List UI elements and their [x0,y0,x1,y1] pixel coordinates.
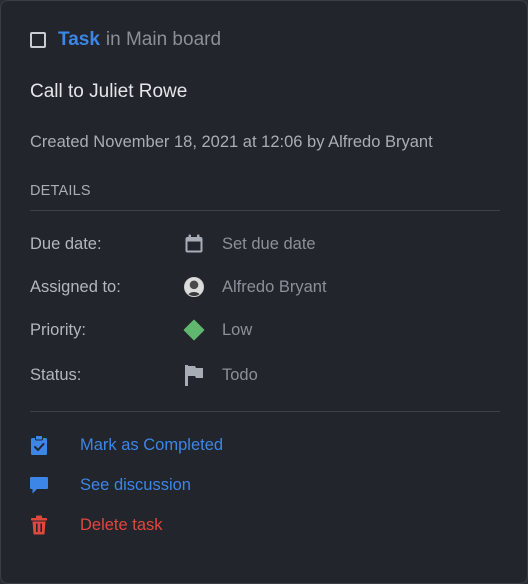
priority-label: Priority: [30,320,86,339]
flag-icon[interactable] [183,364,205,386]
diamond-icon[interactable] [183,319,205,341]
delete-task-button[interactable]: Delete task [29,513,163,537]
details-divider [30,210,500,211]
status-row: Status: Todo [30,362,500,388]
assigned-to-label: Assigned to: [30,277,121,296]
clipboard-check-icon [29,435,49,455]
task-header: Task in Main board [30,28,221,52]
task-type-link[interactable]: Task [58,29,100,51]
task-card: Task in Main board Call to Juliet Rowe C… [0,0,528,584]
delete-task-label: Delete task [80,515,163,534]
see-discussion-button[interactable]: See discussion [29,473,191,497]
board-label: in Main board [105,29,222,50]
created-info: Created November 18, 2021 at 12:06 by Al… [30,133,433,151]
mark-completed-label: Mark as Completed [80,435,224,454]
mark-completed-button[interactable]: Mark as Completed [29,433,223,457]
task-title: Call to Juliet Rowe [30,81,188,102]
due-date-label: Due date: [30,234,102,253]
assignee-name[interactable]: Alfredo Bryant [222,278,327,297]
actions-divider [30,411,500,412]
avatar-wrapper [183,276,205,298]
complete-checkbox[interactable] [30,32,46,48]
calendar-icon[interactable] [183,233,205,255]
priority-row: Priority: Low [30,317,500,343]
avatar[interactable] [184,277,204,297]
status-value[interactable]: Todo [222,366,258,385]
assigned-to-row: Assigned to: Alfredo Bryant [30,274,500,300]
status-label: Status: [30,365,82,384]
trash-icon [29,515,49,535]
set-due-date-button[interactable]: Set due date [222,235,316,254]
priority-value[interactable]: Low [222,321,252,340]
details-heading: DETAILS [30,183,91,199]
due-date-row: Due date: Set due date [30,231,500,257]
see-discussion-label: See discussion [80,475,191,494]
chat-bubble-icon [29,475,49,495]
